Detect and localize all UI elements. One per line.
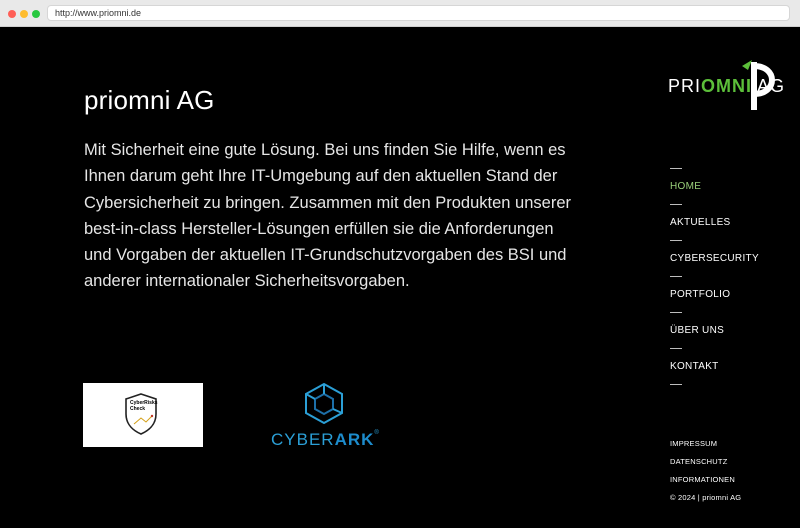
browser-chrome: http://www.priomni.de — [0, 0, 800, 27]
minimize-window-button[interactable] — [20, 10, 28, 18]
cube-icon — [305, 382, 343, 424]
shield-icon — [125, 393, 157, 435]
cyberrisks-check-label: CyberRisks Check — [130, 400, 158, 412]
main-navigation: HOME AKTUELLES CYBERSECURITY PORTFOLIO Ü… — [670, 168, 780, 385]
nav-item-kontakt[interactable]: KONTAKT — [670, 349, 780, 384]
close-window-button[interactable] — [8, 10, 16, 18]
cyberark-word-cyber: CYBER — [271, 430, 335, 449]
nav-item-ueber-uns[interactable]: ÜBER UNS — [670, 313, 780, 348]
brand-word-pri: PRI — [668, 76, 702, 96]
footer-link-informationen[interactable]: INFORMATIONEN — [670, 471, 790, 489]
nav-separator — [670, 384, 682, 385]
priomni-brand-logo[interactable]: PRIOMNI AG — [668, 58, 788, 113]
cyberark-word-ark: ARK — [334, 430, 375, 449]
footer-link-datenschutz[interactable]: DATENSCHUTZ — [670, 453, 790, 471]
nav-item-aktuelles[interactable]: AKTUELLES — [670, 205, 780, 240]
nav-item-cybersecurity[interactable]: CYBERSECURITY — [670, 241, 780, 276]
footer-link-impressum[interactable]: IMPRESSUM — [670, 435, 790, 453]
cyberrisks-check-logo[interactable]: CyberRisks Check — [83, 383, 203, 447]
footer-links: IMPRESSUM DATENSCHUTZ INFORMATIONEN © 20… — [670, 435, 790, 507]
copyright-text: © 2024 | priomni AG — [670, 493, 742, 502]
nav-item-portfolio[interactable]: PORTFOLIO — [670, 277, 780, 312]
registered-mark: ® — [374, 430, 380, 436]
intro-text: Mit Sicherheit eine gute Lösung. Bei uns… — [84, 141, 571, 291]
cyberark-wordmark: CYBERARK® — [271, 430, 380, 450]
maximize-window-button[interactable] — [32, 10, 40, 18]
page-content: priomni AG Mit Sicherheit eine gute Lösu… — [0, 28, 800, 528]
url-bar[interactable]: http://www.priomni.de — [47, 5, 790, 21]
nav-item-home[interactable]: HOME — [670, 169, 780, 204]
page-title: priomni AG — [84, 85, 215, 115]
priomni-p-icon — [742, 60, 775, 110]
cyberark-logo[interactable]: CYBERARK® — [270, 380, 382, 450]
